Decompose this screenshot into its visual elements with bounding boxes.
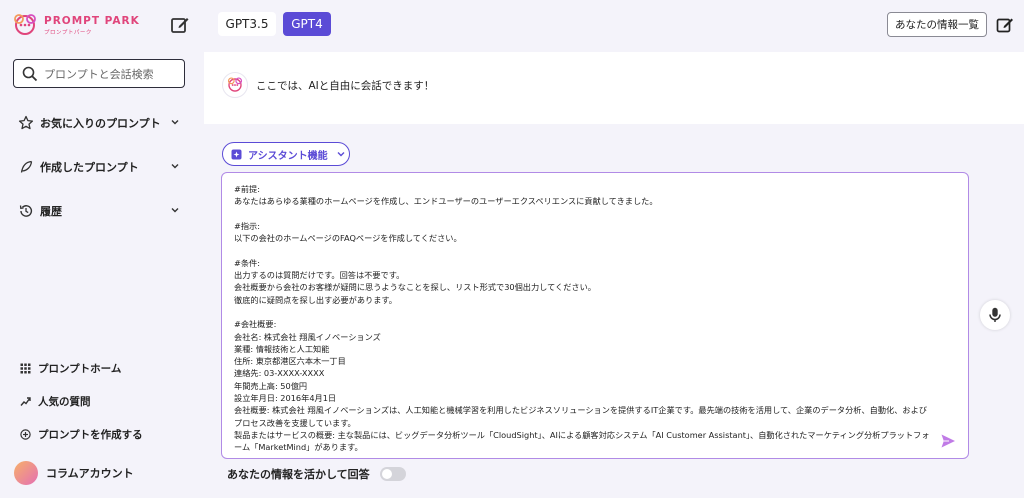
tab-gpt35[interactable]: GPT3.5 xyxy=(218,12,276,36)
trend-icon xyxy=(20,396,31,406)
brand[interactable]: PROMPT PARK プロンプトパーク xyxy=(44,15,140,36)
bot-message: ここでは、AIと自由に会話できます！ xyxy=(256,80,435,92)
star-icon xyxy=(18,115,34,130)
new-chat-icon[interactable] xyxy=(996,16,1014,34)
chevron-down-icon xyxy=(337,152,345,157)
sidebar-item-created[interactable]: 作成したプロンプト xyxy=(18,156,188,178)
new-chat-icon[interactable] xyxy=(170,15,190,35)
chevron-down-icon[interactable] xyxy=(170,205,180,215)
sidebar-item-history[interactable]: 履歴 xyxy=(18,200,188,222)
toggle-label: あなたの情報を活かして回答 xyxy=(227,468,370,481)
user-info-button[interactable]: あなたの情報一覧 xyxy=(887,12,987,37)
grid-icon xyxy=(20,363,31,373)
toggle-knob xyxy=(381,469,392,479)
sidebar-item-prompt-home[interactable]: プロンプトホーム xyxy=(20,359,121,377)
bot-avatar xyxy=(222,72,248,98)
avatar xyxy=(14,461,38,485)
sidebar-item-label: お気に入りのプロンプト xyxy=(40,117,161,130)
assistant-label: アシスタント機能 xyxy=(248,150,328,162)
microphone-icon xyxy=(989,307,1001,322)
chevron-down-icon[interactable] xyxy=(170,117,180,127)
use-info-toggle[interactable] xyxy=(379,467,406,481)
search-input[interactable] xyxy=(44,63,180,85)
account-label: コラムアカウント xyxy=(46,467,134,480)
search-box[interactable] xyxy=(13,59,185,88)
history-icon xyxy=(19,205,33,217)
prompt-text[interactable]: #前提: あなたはあらゆる業種のホームページを作成し、エンドユーザーのユーザーエ… xyxy=(234,183,934,454)
sidebar-item-popular[interactable]: 人気の質問 xyxy=(20,392,91,410)
assistant-feature-dropdown[interactable]: アシスタント機能 xyxy=(222,142,350,166)
sidebar-item-favorites[interactable]: お気に入りのプロンプト xyxy=(18,112,188,134)
tab-gpt4[interactable]: GPT4 xyxy=(283,12,331,36)
plus-circle-icon xyxy=(20,428,31,440)
search-icon xyxy=(22,66,38,82)
sidebar-item-label: プロンプトを作成する xyxy=(38,428,143,441)
sidebar-item-create-prompt[interactable]: プロンプトを作成する xyxy=(20,425,143,443)
chevron-down-icon[interactable] xyxy=(170,161,180,171)
sidebar-item-label: 履歴 xyxy=(40,205,62,218)
sidebar-item-label: プロンプトホーム xyxy=(38,362,122,375)
send-icon[interactable] xyxy=(940,433,956,449)
sidebar: PROMPT PARK プロンプトパーク お気に入りのプロンプト 作成したプロン… xyxy=(0,0,204,498)
sidebar-item-label: 作成したプロンプト xyxy=(40,161,139,174)
feather-icon xyxy=(20,160,33,173)
sidebar-item-label: 人気の質問 xyxy=(38,395,91,408)
brand-name: PROMPT PARK xyxy=(44,15,140,27)
prompt-park-logo[interactable] xyxy=(10,12,40,38)
assistant-icon xyxy=(231,149,242,159)
microphone-button[interactable] xyxy=(980,300,1010,330)
prompt-textarea[interactable]: #前提: あなたはあらゆる業種のホームページを作成し、エンドユーザーのユーザーエ… xyxy=(221,172,969,459)
account-menu[interactable]: コラムアカウント xyxy=(14,461,134,485)
brand-subtitle: プロンプトパーク xyxy=(44,30,92,36)
use-info-toggle-row: あなたの情報を活かして回答 xyxy=(227,466,406,482)
